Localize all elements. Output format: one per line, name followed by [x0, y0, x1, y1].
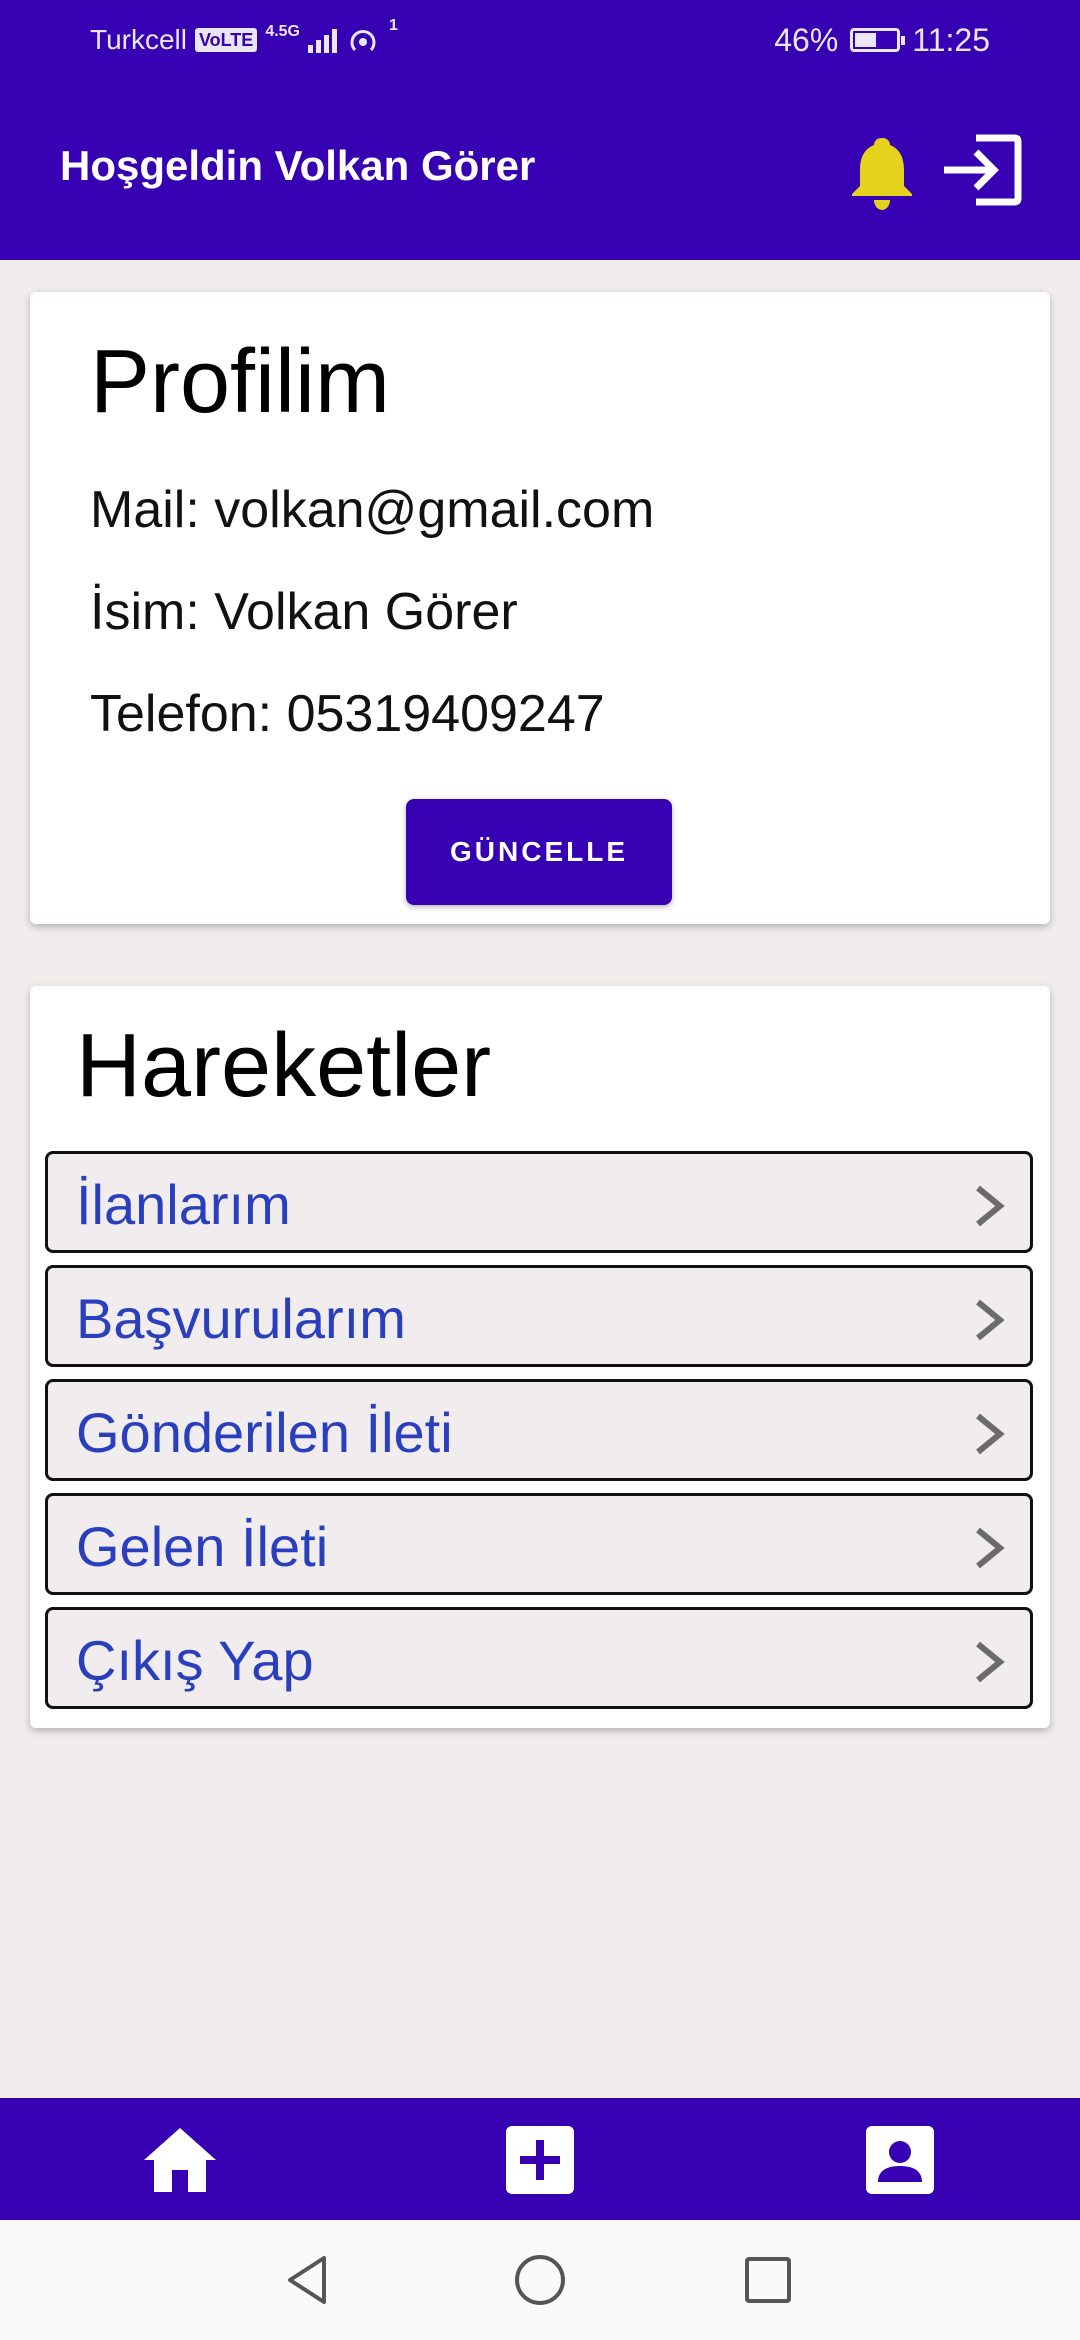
bell-icon [852, 138, 912, 210]
status-right: 46% 11:25 [774, 22, 990, 58]
nav-profile-button[interactable] [860, 2122, 940, 2198]
chevron-right-icon [976, 1185, 1005, 1227]
action-item-sent-messages[interactable]: Gönderilen İleti [45, 1379, 1033, 1481]
mail-text: Mail: volkan@gmail.com [90, 481, 655, 539]
action-item-listings[interactable]: İlanlarım [45, 1151, 1033, 1253]
logout-button[interactable] [940, 132, 1024, 208]
profile-card: Profilim Mail: volkan@gmail.com İsim: Vo… [30, 292, 1050, 924]
logout-icon [944, 134, 1022, 206]
welcome-title: Hoşgeldin Volkan Görer [60, 142, 536, 189]
action-item-label: Gelen İleti [76, 1515, 329, 1578]
nav-home-button[interactable] [140, 2122, 220, 2198]
clock: 11:25 [912, 21, 990, 58]
system-recents-button[interactable] [738, 2250, 798, 2310]
status-bar: Turkcell VoLTE 4.5G 1 46% 11:25 [0, 0, 1080, 80]
chevron-right-icon [976, 1413, 1005, 1455]
home-icon [144, 2128, 216, 2192]
action-item-applications[interactable]: Başvurularım [45, 1265, 1033, 1367]
empty-area [0, 1758, 1080, 2098]
actions-card: Hareketler İlanlarım Başvurularım Gönder… [30, 986, 1050, 1728]
nav-add-button[interactable] [500, 2122, 580, 2198]
status-left: Turkcell VoLTE 4.5G 1 [90, 17, 398, 58]
battery-icon [850, 28, 906, 52]
recents-icon [745, 2257, 791, 2303]
back-icon [288, 2256, 326, 2304]
phone-text: Telefon: 05319409247 [90, 685, 605, 743]
system-home-button[interactable] [510, 2250, 570, 2310]
chevron-right-icon [976, 1641, 1005, 1683]
battery-percent: 46% [774, 21, 839, 58]
action-item-label: İlanlarım [76, 1173, 291, 1236]
hotspot-count: 1 [389, 17, 398, 34]
action-item-label: Gönderilen İleti [76, 1401, 453, 1464]
action-item-received-messages[interactable]: Gelen İleti [45, 1493, 1033, 1595]
app-bar: Hoşgeldin Volkan Görer [0, 80, 1080, 260]
bottom-navigation [0, 2098, 1080, 2220]
update-button[interactable]: GÜNCELLE [406, 799, 672, 905]
volte-badge: VoLTE [194, 28, 258, 52]
chevron-right-icon [976, 1299, 1005, 1341]
action-item-label: Çıkış Yap [76, 1629, 314, 1692]
network-type: 4.5G [265, 23, 300, 40]
add-box-icon [506, 2126, 574, 2194]
system-back-button[interactable] [278, 2250, 338, 2310]
hotspot-icon [350, 30, 376, 52]
action-item-sign-out[interactable]: Çıkış Yap [45, 1607, 1033, 1709]
profile-title: Profilim [90, 332, 391, 432]
actions-title: Hareketler [76, 1016, 492, 1116]
home-circle-icon [515, 2255, 565, 2305]
signal-icon [308, 27, 337, 53]
action-item-label: Başvurularım [76, 1287, 406, 1350]
notifications-button[interactable] [848, 132, 916, 212]
chevron-right-icon [976, 1527, 1005, 1569]
account-box-icon [866, 2126, 934, 2194]
system-navigation [0, 2220, 1080, 2340]
battery-fill [855, 33, 876, 47]
name-text: İsim: Volkan Görer [90, 583, 518, 641]
carrier-name: Turkcell [90, 24, 187, 55]
